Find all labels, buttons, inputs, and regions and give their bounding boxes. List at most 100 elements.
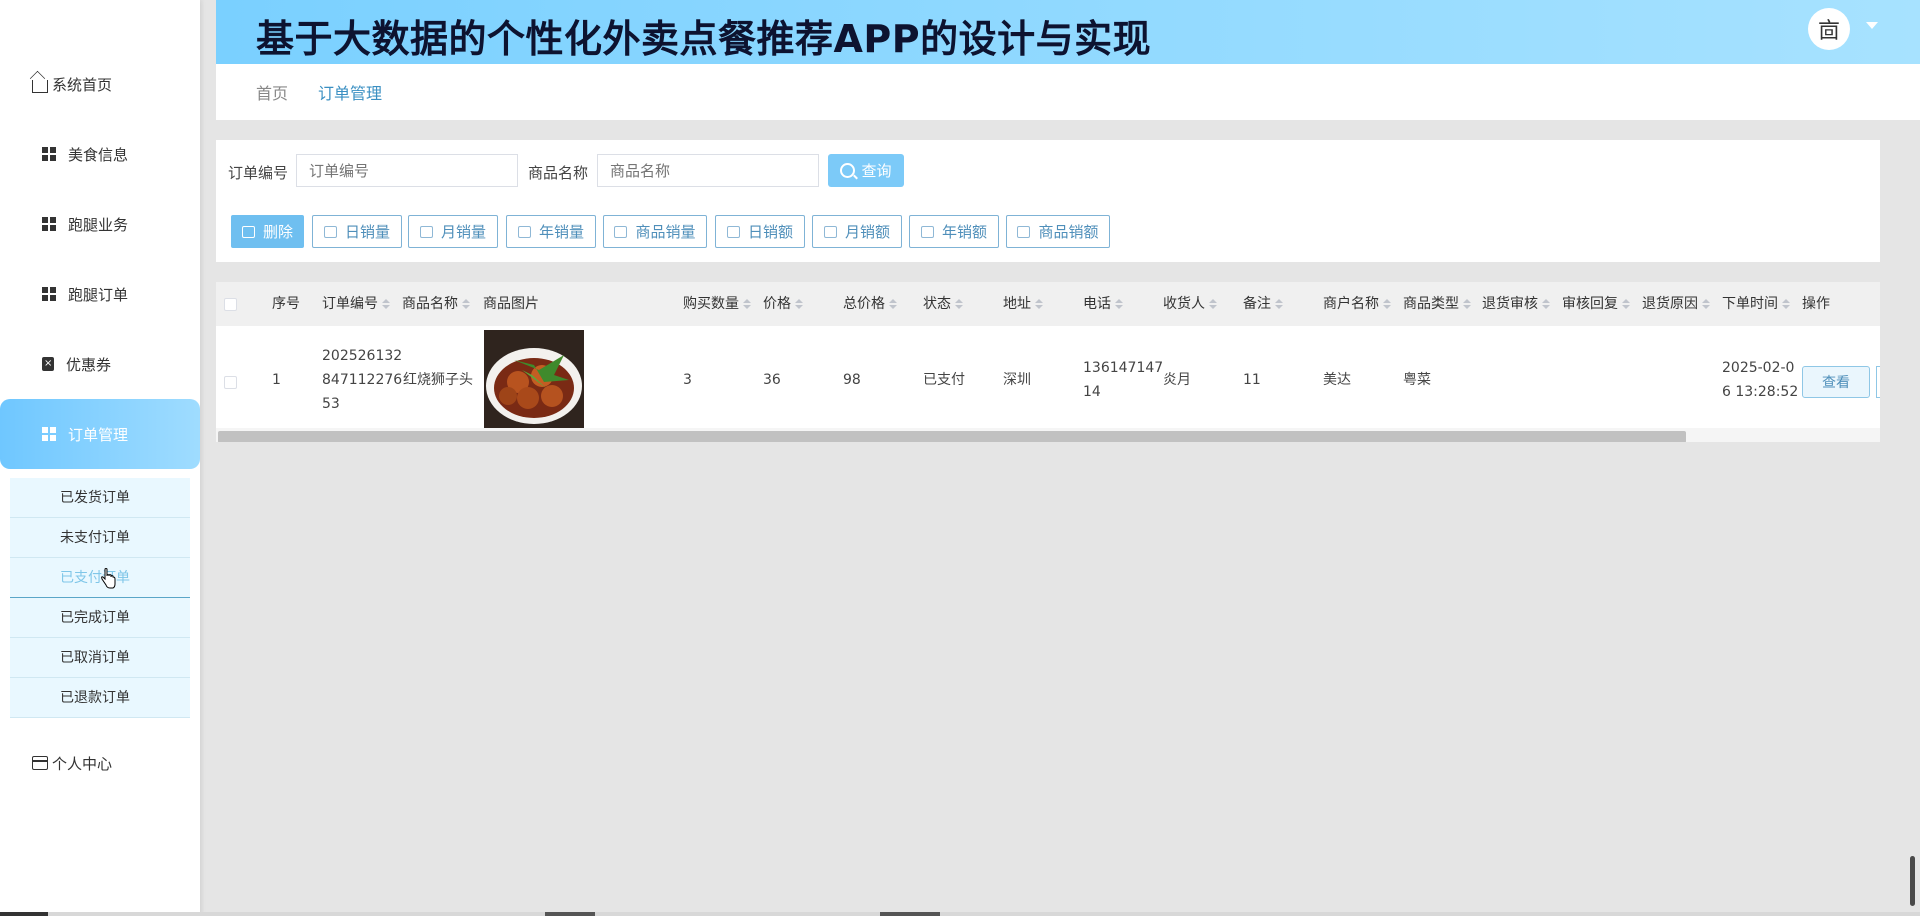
- sort-icon[interactable]: [1383, 299, 1391, 309]
- avatar[interactable]: 㐭: [1808, 8, 1850, 50]
- column-header[interactable]: 收货人: [1163, 282, 1217, 326]
- submenu-item-unpaid[interactable]: 未支付订单: [10, 518, 190, 558]
- submenu-item-shipped[interactable]: 已发货订单: [10, 478, 190, 518]
- sidebar-item-errand-orders[interactable]: 跑腿订单: [0, 259, 200, 329]
- column-header[interactable]: 退货审核: [1482, 282, 1550, 326]
- yearly-sales-volume-button[interactable]: 年销量: [506, 215, 596, 248]
- yearly-sales-amount-button[interactable]: 年销额: [909, 215, 999, 248]
- column-header[interactable]: 商品类型: [1403, 282, 1471, 326]
- sidebar-item-coupons[interactable]: 优惠券: [0, 329, 200, 399]
- submenu-item-completed[interactable]: 已完成订单: [10, 598, 190, 638]
- sort-icon[interactable]: [889, 299, 897, 309]
- card-icon: [1017, 225, 1031, 238]
- submenu-item-cancelled[interactable]: 已取消订单: [10, 638, 190, 678]
- column-header-label: 备注: [1243, 296, 1271, 312]
- chevron-down-icon[interactable]: [1866, 22, 1878, 29]
- cell-product-name: 红烧狮子头: [403, 372, 473, 388]
- cell-quantity: 3: [683, 372, 692, 388]
- cell-price: 36: [763, 372, 781, 388]
- sidebar-item-personal-center[interactable]: 个人中心: [0, 728, 200, 798]
- sidebar-item-errand-business[interactable]: 跑腿业务: [0, 189, 200, 259]
- product-sales-volume-button[interactable]: 商品销量: [603, 215, 707, 248]
- sort-icon[interactable]: [1209, 299, 1217, 309]
- sort-icon[interactable]: [382, 299, 390, 309]
- breadcrumb-home[interactable]: 首页: [256, 80, 288, 104]
- column-header: 操作: [1802, 296, 1830, 312]
- button-label: 商品销量: [635, 223, 696, 241]
- breadcrumb: 首页 订单管理: [216, 64, 1920, 120]
- column-header[interactable]: 地址: [1003, 282, 1043, 326]
- column-header[interactable]: 审核回复: [1562, 282, 1630, 326]
- select-all-checkbox[interactable]: [224, 298, 237, 311]
- daily-sales-volume-button[interactable]: 日销量: [312, 215, 402, 248]
- phone-line: 14: [1083, 384, 1101, 400]
- column-header[interactable]: 下单时间: [1722, 282, 1790, 326]
- sort-icon[interactable]: [1622, 299, 1630, 309]
- monthly-sales-volume-button[interactable]: 月销量: [408, 215, 498, 248]
- cell-order-time: 2025-02-0 6 13:28:52: [1722, 356, 1798, 404]
- grid-icon: [42, 287, 56, 301]
- column-header[interactable]: 商品名称: [402, 282, 470, 326]
- cell-receiver: 炎月: [1163, 372, 1191, 388]
- column-header-label: 下单时间: [1722, 296, 1778, 312]
- cell-merchant: 美达: [1323, 372, 1351, 388]
- sort-icon[interactable]: [1463, 299, 1471, 309]
- sort-icon[interactable]: [1542, 299, 1550, 309]
- chart-icon: [419, 225, 433, 238]
- sidebar-item-home[interactable]: 系统首页: [0, 49, 200, 119]
- column-header[interactable]: 订单编号: [322, 282, 390, 326]
- sort-icon[interactable]: [462, 299, 470, 309]
- horizontal-scrollbar[interactable]: [216, 428, 1880, 442]
- grid-icon: [42, 147, 56, 161]
- order-no-input[interactable]: [296, 154, 518, 187]
- column-header[interactable]: 购买数量: [683, 282, 751, 326]
- trash-icon: [241, 225, 255, 238]
- product-name-input[interactable]: [597, 154, 819, 187]
- view-button[interactable]: 查看: [1802, 366, 1870, 398]
- column-header-label: 退货审核: [1482, 296, 1538, 312]
- page-scrollbar[interactable]: [1910, 856, 1915, 906]
- column-header[interactable]: 商户名称: [1323, 282, 1391, 326]
- sort-icon[interactable]: [1782, 299, 1790, 309]
- app-header: 基于大数据的个性化外卖点餐推荐APP的设计与实现 㐭: [216, 0, 1920, 64]
- chart-icon: [614, 225, 628, 238]
- more-action-button[interactable]: [1876, 366, 1880, 398]
- sort-icon[interactable]: [955, 299, 963, 309]
- daily-sales-amount-button[interactable]: 日销额: [715, 215, 805, 248]
- button-label: 年销额: [941, 223, 987, 241]
- sort-icon[interactable]: [795, 299, 803, 309]
- submenu-item-refunded[interactable]: 已退款订单: [10, 678, 190, 718]
- sort-icon[interactable]: [1115, 299, 1123, 309]
- row-checkbox[interactable]: [224, 376, 237, 389]
- phone-line: 136147147: [1083, 360, 1164, 376]
- column-header[interactable]: 状态: [923, 282, 963, 326]
- column-header[interactable]: 退货原因: [1642, 282, 1710, 326]
- column-header[interactable]: 价格: [763, 282, 803, 326]
- monthly-sales-amount-button[interactable]: 月销额: [812, 215, 902, 248]
- sort-icon[interactable]: [1275, 299, 1283, 309]
- search-button[interactable]: 查询: [828, 154, 904, 187]
- product-image[interactable]: [484, 330, 584, 430]
- sidebar-item-label: 订单管理: [68, 425, 129, 444]
- sort-icon[interactable]: [743, 299, 751, 309]
- sidebar: 系统首页 美食信息 跑腿业务 跑腿订单 优惠券 订单管理 已发货订单 未支付订单…: [0, 0, 200, 916]
- column-header[interactable]: 电话: [1083, 282, 1123, 326]
- sort-icon[interactable]: [1702, 299, 1710, 309]
- sort-icon[interactable]: [1035, 299, 1043, 309]
- column-header-label: 商户名称: [1323, 296, 1379, 312]
- cell-address: 深圳: [1003, 372, 1031, 388]
- cell-order-no: 202526132 847112276 53: [322, 344, 402, 416]
- sidebar-item-food-info[interactable]: 美食信息: [0, 119, 200, 189]
- cell-category: 粤菜: [1403, 372, 1431, 388]
- home-icon: [32, 79, 48, 93]
- scrollbar-thumb[interactable]: [218, 431, 1686, 442]
- sidebar-item-order-management[interactable]: 订单管理: [0, 399, 200, 469]
- product-sales-amount-button[interactable]: 商品销额: [1006, 215, 1110, 248]
- button-label: 年销量: [538, 223, 584, 241]
- search-icon: [840, 163, 856, 178]
- delete-button[interactable]: 删除: [231, 215, 304, 248]
- column-header[interactable]: 备注: [1243, 282, 1283, 326]
- card-icon: [920, 225, 934, 238]
- sidebar-item-label: 个人中心: [52, 754, 113, 773]
- column-header[interactable]: 总价格: [843, 282, 897, 326]
